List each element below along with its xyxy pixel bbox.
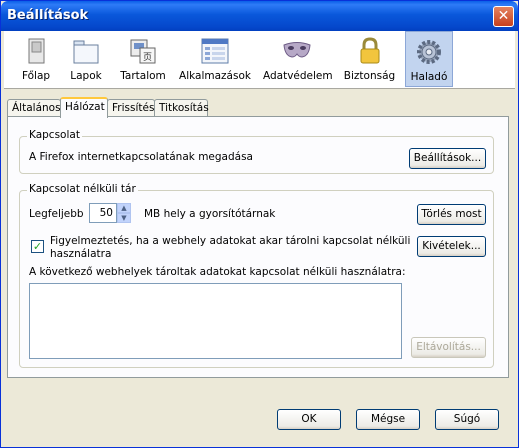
cache-limit-label: Legfeljebb bbox=[29, 208, 84, 220]
toolbar-label-main: Főlap bbox=[21, 70, 51, 82]
toolbar-label-privacy: Adatvédelem bbox=[263, 70, 333, 82]
settings-window: Beállítások ✕ Főlap Lapok 页 Tartalom Alk… bbox=[0, 0, 519, 448]
advanced-gear-icon bbox=[417, 40, 441, 64]
toolbar-label-content: Tartalom bbox=[120, 70, 166, 82]
tab-network[interactable]: Hálózat bbox=[60, 97, 108, 118]
toolbar-item-main[interactable]: Főlap bbox=[16, 31, 56, 87]
remove-button[interactable]: Eltávolítás... bbox=[411, 337, 486, 358]
title-bar[interactable]: Beállítások ✕ bbox=[1, 1, 518, 31]
tabs-icon bbox=[73, 40, 99, 64]
close-icon: ✕ bbox=[497, 8, 510, 24]
preferences-toolbar: Főlap Lapok 页 Tartalom Alkalmazások Adat… bbox=[4, 31, 515, 89]
cancel-button[interactable]: Mégse bbox=[356, 409, 420, 430]
offline-sites-label: A következő webhelyek tároltak adatokat … bbox=[29, 266, 406, 278]
toolbar-item-security[interactable]: Biztonság bbox=[342, 31, 397, 87]
network-panel: Kapcsolat A Firefox internetkapcsolatána… bbox=[7, 116, 509, 378]
privacy-mask-icon bbox=[283, 42, 311, 58]
toolbar-label-security: Biztonság bbox=[343, 70, 396, 82]
toolbar-item-privacy[interactable]: Adatvédelem bbox=[263, 31, 333, 87]
connection-legend: Kapcsolat bbox=[27, 129, 82, 141]
stepper-down-icon[interactable]: ▼ bbox=[117, 213, 131, 223]
warn-label-line2: használatra bbox=[50, 248, 112, 260]
warn-label-line1: Figyelmeztetés, ha a webhely adatokat ak… bbox=[50, 235, 411, 247]
toolbar-item-content[interactable]: 页 Tartalom bbox=[118, 31, 168, 87]
svg-text:页: 页 bbox=[143, 52, 152, 63]
ok-button[interactable]: OK bbox=[277, 409, 341, 430]
toolbar-label-advanced: Haladó bbox=[410, 71, 448, 83]
cache-limit-input[interactable]: 50 bbox=[89, 203, 117, 223]
toolbar-item-advanced[interactable]: Haladó bbox=[405, 31, 453, 87]
warn-checkbox[interactable]: ✓ bbox=[31, 240, 44, 253]
toolbar-item-tabs[interactable]: Lapok bbox=[66, 31, 106, 87]
close-button[interactable]: ✕ bbox=[493, 6, 514, 27]
tab-encryption[interactable]: Titkosítás bbox=[154, 99, 209, 117]
connection-description: A Firefox internetkapcsolatának megadása bbox=[29, 151, 253, 163]
help-button[interactable]: Súgó bbox=[435, 409, 499, 430]
connection-settings-button[interactable]: Beállítások... bbox=[409, 148, 486, 169]
main-page-icon bbox=[28, 38, 45, 64]
offline-sites-list[interactable] bbox=[29, 283, 402, 359]
cache-limit-stepper[interactable]: ▲ ▼ bbox=[117, 203, 131, 223]
offline-storage-legend: Kapcsolat nélküli tár bbox=[27, 183, 138, 195]
connection-group: Kapcsolat A Firefox internetkapcsolatána… bbox=[19, 129, 494, 174]
tab-general[interactable]: Általános bbox=[7, 99, 61, 117]
exceptions-button[interactable]: Kivételek... bbox=[417, 236, 486, 257]
checkmark-icon: ✓ bbox=[32, 240, 43, 253]
toolbar-label-tabs: Lapok bbox=[70, 70, 102, 82]
stepper-up-icon[interactable]: ▲ bbox=[117, 203, 131, 213]
content-icon: 页 bbox=[130, 39, 156, 64]
window-title: Beállítások bbox=[7, 8, 89, 23]
toolbar-item-applications[interactable]: Alkalmazások bbox=[179, 31, 251, 87]
applications-icon bbox=[201, 38, 229, 64]
offline-storage-group: Kapcsolat nélküli tár Legfeljebb 50 ▲ ▼ … bbox=[19, 183, 494, 368]
security-lock-icon bbox=[360, 37, 379, 64]
tab-update[interactable]: Frissítés bbox=[107, 99, 155, 117]
cache-limit-unit: MB hely a gyorsítótárnak bbox=[144, 208, 276, 220]
toolbar-label-applications: Alkalmazások bbox=[179, 70, 251, 82]
clear-now-button[interactable]: Törlés most bbox=[417, 204, 486, 225]
